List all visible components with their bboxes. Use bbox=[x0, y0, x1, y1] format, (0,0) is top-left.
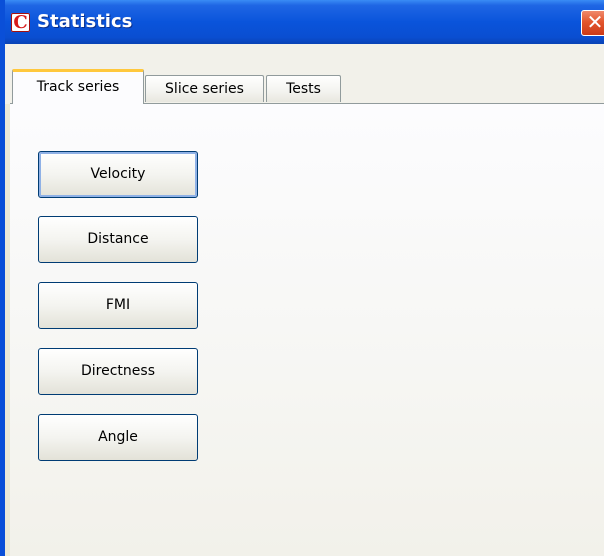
velocity-button[interactable]: Velocity bbox=[38, 151, 198, 198]
title-bar[interactable]: C Statistics ✕ bbox=[5, 0, 604, 44]
tab-track-series[interactable]: Track series bbox=[12, 69, 144, 104]
directness-button[interactable]: Directness bbox=[38, 348, 198, 395]
track-series-panel: Velocity Distance FMI Directness Angle bbox=[10, 103, 604, 556]
statistics-window: C Statistics ✕ Track series Slice series… bbox=[0, 0, 604, 556]
app-icon[interactable]: C bbox=[11, 13, 30, 32]
angle-button[interactable]: Angle bbox=[38, 414, 198, 461]
distance-button[interactable]: Distance bbox=[38, 216, 198, 263]
window-title: Statistics bbox=[37, 11, 133, 32]
close-icon[interactable]: ✕ bbox=[581, 10, 604, 36]
fmi-button[interactable]: FMI bbox=[38, 282, 198, 329]
tab-slice-series[interactable]: Slice series bbox=[145, 75, 264, 102]
tab-tests[interactable]: Tests bbox=[266, 75, 341, 102]
